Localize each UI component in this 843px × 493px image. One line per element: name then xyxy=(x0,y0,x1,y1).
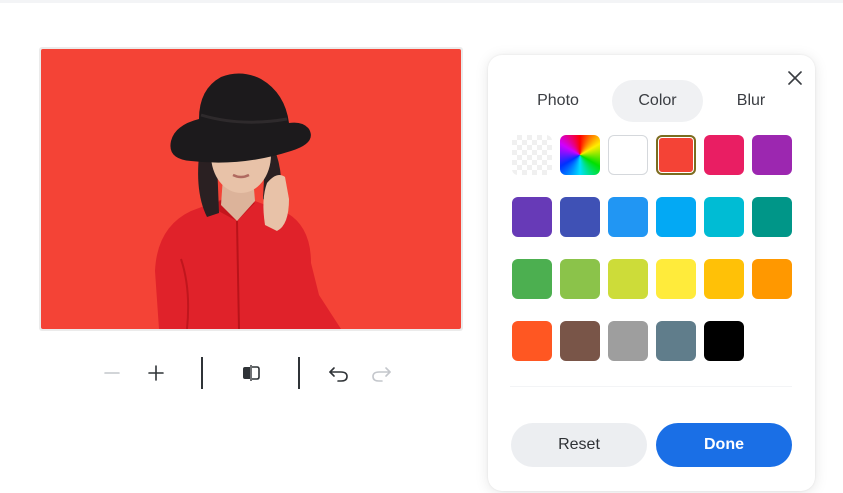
editor-toolbar xyxy=(96,354,406,392)
compare-icon xyxy=(243,365,260,381)
done-button[interactable]: Done xyxy=(656,423,792,467)
swatch-deep-orange[interactable] xyxy=(512,321,552,361)
swatch-purple[interactable] xyxy=(752,135,792,175)
background-panel: Photo Color Blur Reset Done xyxy=(488,55,815,491)
tab-blur[interactable]: Blur xyxy=(718,80,784,122)
photo-frame xyxy=(39,47,463,331)
zoom-in-icon xyxy=(148,365,164,381)
top-border xyxy=(0,0,843,3)
redo-icon xyxy=(372,367,391,382)
toolbar-divider xyxy=(298,357,300,389)
undo-icon xyxy=(329,367,348,382)
swatch-green[interactable] xyxy=(512,259,552,299)
undo-button[interactable] xyxy=(324,358,354,388)
swatch-light-blue[interactable] xyxy=(656,197,696,237)
tab-photo[interactable]: Photo xyxy=(519,80,597,122)
tab-color[interactable]: Color xyxy=(612,80,703,122)
swatch-rainbow[interactable] xyxy=(560,135,600,175)
toolbar-divider xyxy=(201,357,203,389)
swatch-blue[interactable] xyxy=(608,197,648,237)
swatch-lime[interactable] xyxy=(608,259,648,299)
swatch-pink[interactable] xyxy=(704,135,744,175)
swatch-orange[interactable] xyxy=(752,259,792,299)
swatch-transparent[interactable] xyxy=(512,135,552,175)
panel-divider xyxy=(510,386,792,387)
swatch-black[interactable] xyxy=(704,321,744,361)
swatch-cyan[interactable] xyxy=(704,197,744,237)
swatch-yellow[interactable] xyxy=(656,259,696,299)
swatch-amber[interactable] xyxy=(704,259,744,299)
swatch-indigo[interactable] xyxy=(560,197,600,237)
reset-button[interactable]: Reset xyxy=(511,423,647,467)
swatch-brown[interactable] xyxy=(560,321,600,361)
swatch-deep-purple[interactable] xyxy=(512,197,552,237)
close-icon xyxy=(788,71,802,85)
zoom-out-button[interactable] xyxy=(97,358,127,388)
swatch-red[interactable] xyxy=(656,135,696,175)
swatch-grey[interactable] xyxy=(608,321,648,361)
redo-button[interactable] xyxy=(366,358,396,388)
swatch-white[interactable] xyxy=(608,135,648,175)
swatch-light-green[interactable] xyxy=(560,259,600,299)
zoom-in-button[interactable] xyxy=(141,358,171,388)
photo-preview xyxy=(41,49,461,329)
swatch-blue-grey[interactable] xyxy=(656,321,696,361)
zoom-out-icon xyxy=(104,372,120,374)
close-button[interactable] xyxy=(784,67,806,89)
swatch-teal[interactable] xyxy=(752,197,792,237)
compare-button[interactable] xyxy=(236,358,266,388)
